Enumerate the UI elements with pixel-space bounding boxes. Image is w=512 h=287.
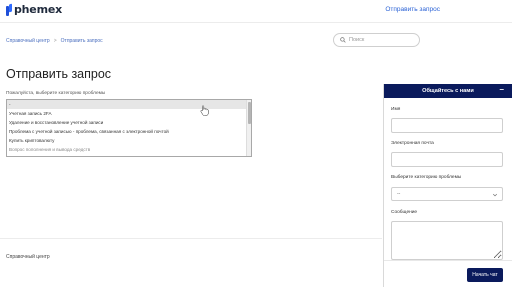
category-option[interactable]: Учетная запись 2FA: [7, 109, 251, 118]
top-bar: phemex Отправить запрос: [0, 0, 512, 22]
listbox-scrollbar[interactable]: [246, 100, 251, 156]
chat-category-value: --: [397, 191, 401, 197]
category-option[interactable]: Удаление и восстановление учетной записи: [7, 118, 251, 127]
search-box[interactable]: [333, 33, 420, 47]
chat-message-label: Сообщение: [391, 210, 418, 215]
footer-help-center-link[interactable]: Справочный центр: [6, 254, 50, 260]
chat-email-input[interactable]: [391, 152, 503, 167]
listbox-scrollbar-thumb[interactable]: [248, 102, 251, 124]
search-input[interactable]: [349, 37, 419, 43]
chat-widget: Общайтесь с нами – Имя Электронная почта…: [383, 84, 512, 287]
category-option[interactable]: Купить криптовалюту: [7, 136, 251, 145]
submit-request-link[interactable]: Отправить запрос: [385, 6, 440, 13]
breadcrumb-separator: >: [53, 38, 57, 44]
chat-title: Общайтесь с нами: [422, 88, 474, 94]
chat-category-select[interactable]: --: [391, 187, 503, 201]
chat-header[interactable]: Общайтесь с нами –: [384, 84, 512, 98]
chat-name-input[interactable]: [391, 118, 503, 133]
footer-divider: [0, 238, 382, 239]
chat-message-textarea[interactable]: [391, 221, 503, 260]
category-listbox[interactable]: - Учетная запись 2FA Удаление и восстано…: [6, 99, 252, 157]
header-divider: [0, 22, 512, 23]
search-icon: [340, 37, 346, 43]
page-title: Отправить запрос: [6, 67, 112, 81]
logo-text: phemex: [14, 3, 62, 16]
chat-footer-divider: [384, 260, 512, 261]
start-chat-button[interactable]: Начать чат: [467, 268, 503, 282]
phemex-logo-icon: [6, 3, 13, 16]
chat-category-label: Выберите категорию проблемы: [391, 175, 462, 180]
category-option[interactable]: Вопрос пополнения и вывода средств: [7, 145, 251, 154]
category-label: Пожалуйста, выберите категорию проблемы: [6, 91, 106, 96]
phemex-logo[interactable]: phemex: [6, 3, 62, 16]
breadcrumb-item-help-center[interactable]: Справочный центр: [6, 38, 50, 44]
category-option[interactable]: -: [7, 100, 251, 109]
category-option[interactable]: Проблема с учетной записью - проблема, с…: [7, 127, 251, 136]
chat-name-label: Имя: [391, 107, 401, 112]
breadcrumb: Справочный центр > Отправить запрос: [6, 38, 103, 44]
breadcrumb-item-submit-request[interactable]: Отправить запрос: [61, 38, 103, 44]
chat-email-label: Электронная почта: [391, 141, 434, 146]
hand-cursor-icon: [200, 105, 209, 116]
chevron-down-icon: [492, 193, 498, 197]
minimize-icon[interactable]: –: [500, 86, 504, 94]
